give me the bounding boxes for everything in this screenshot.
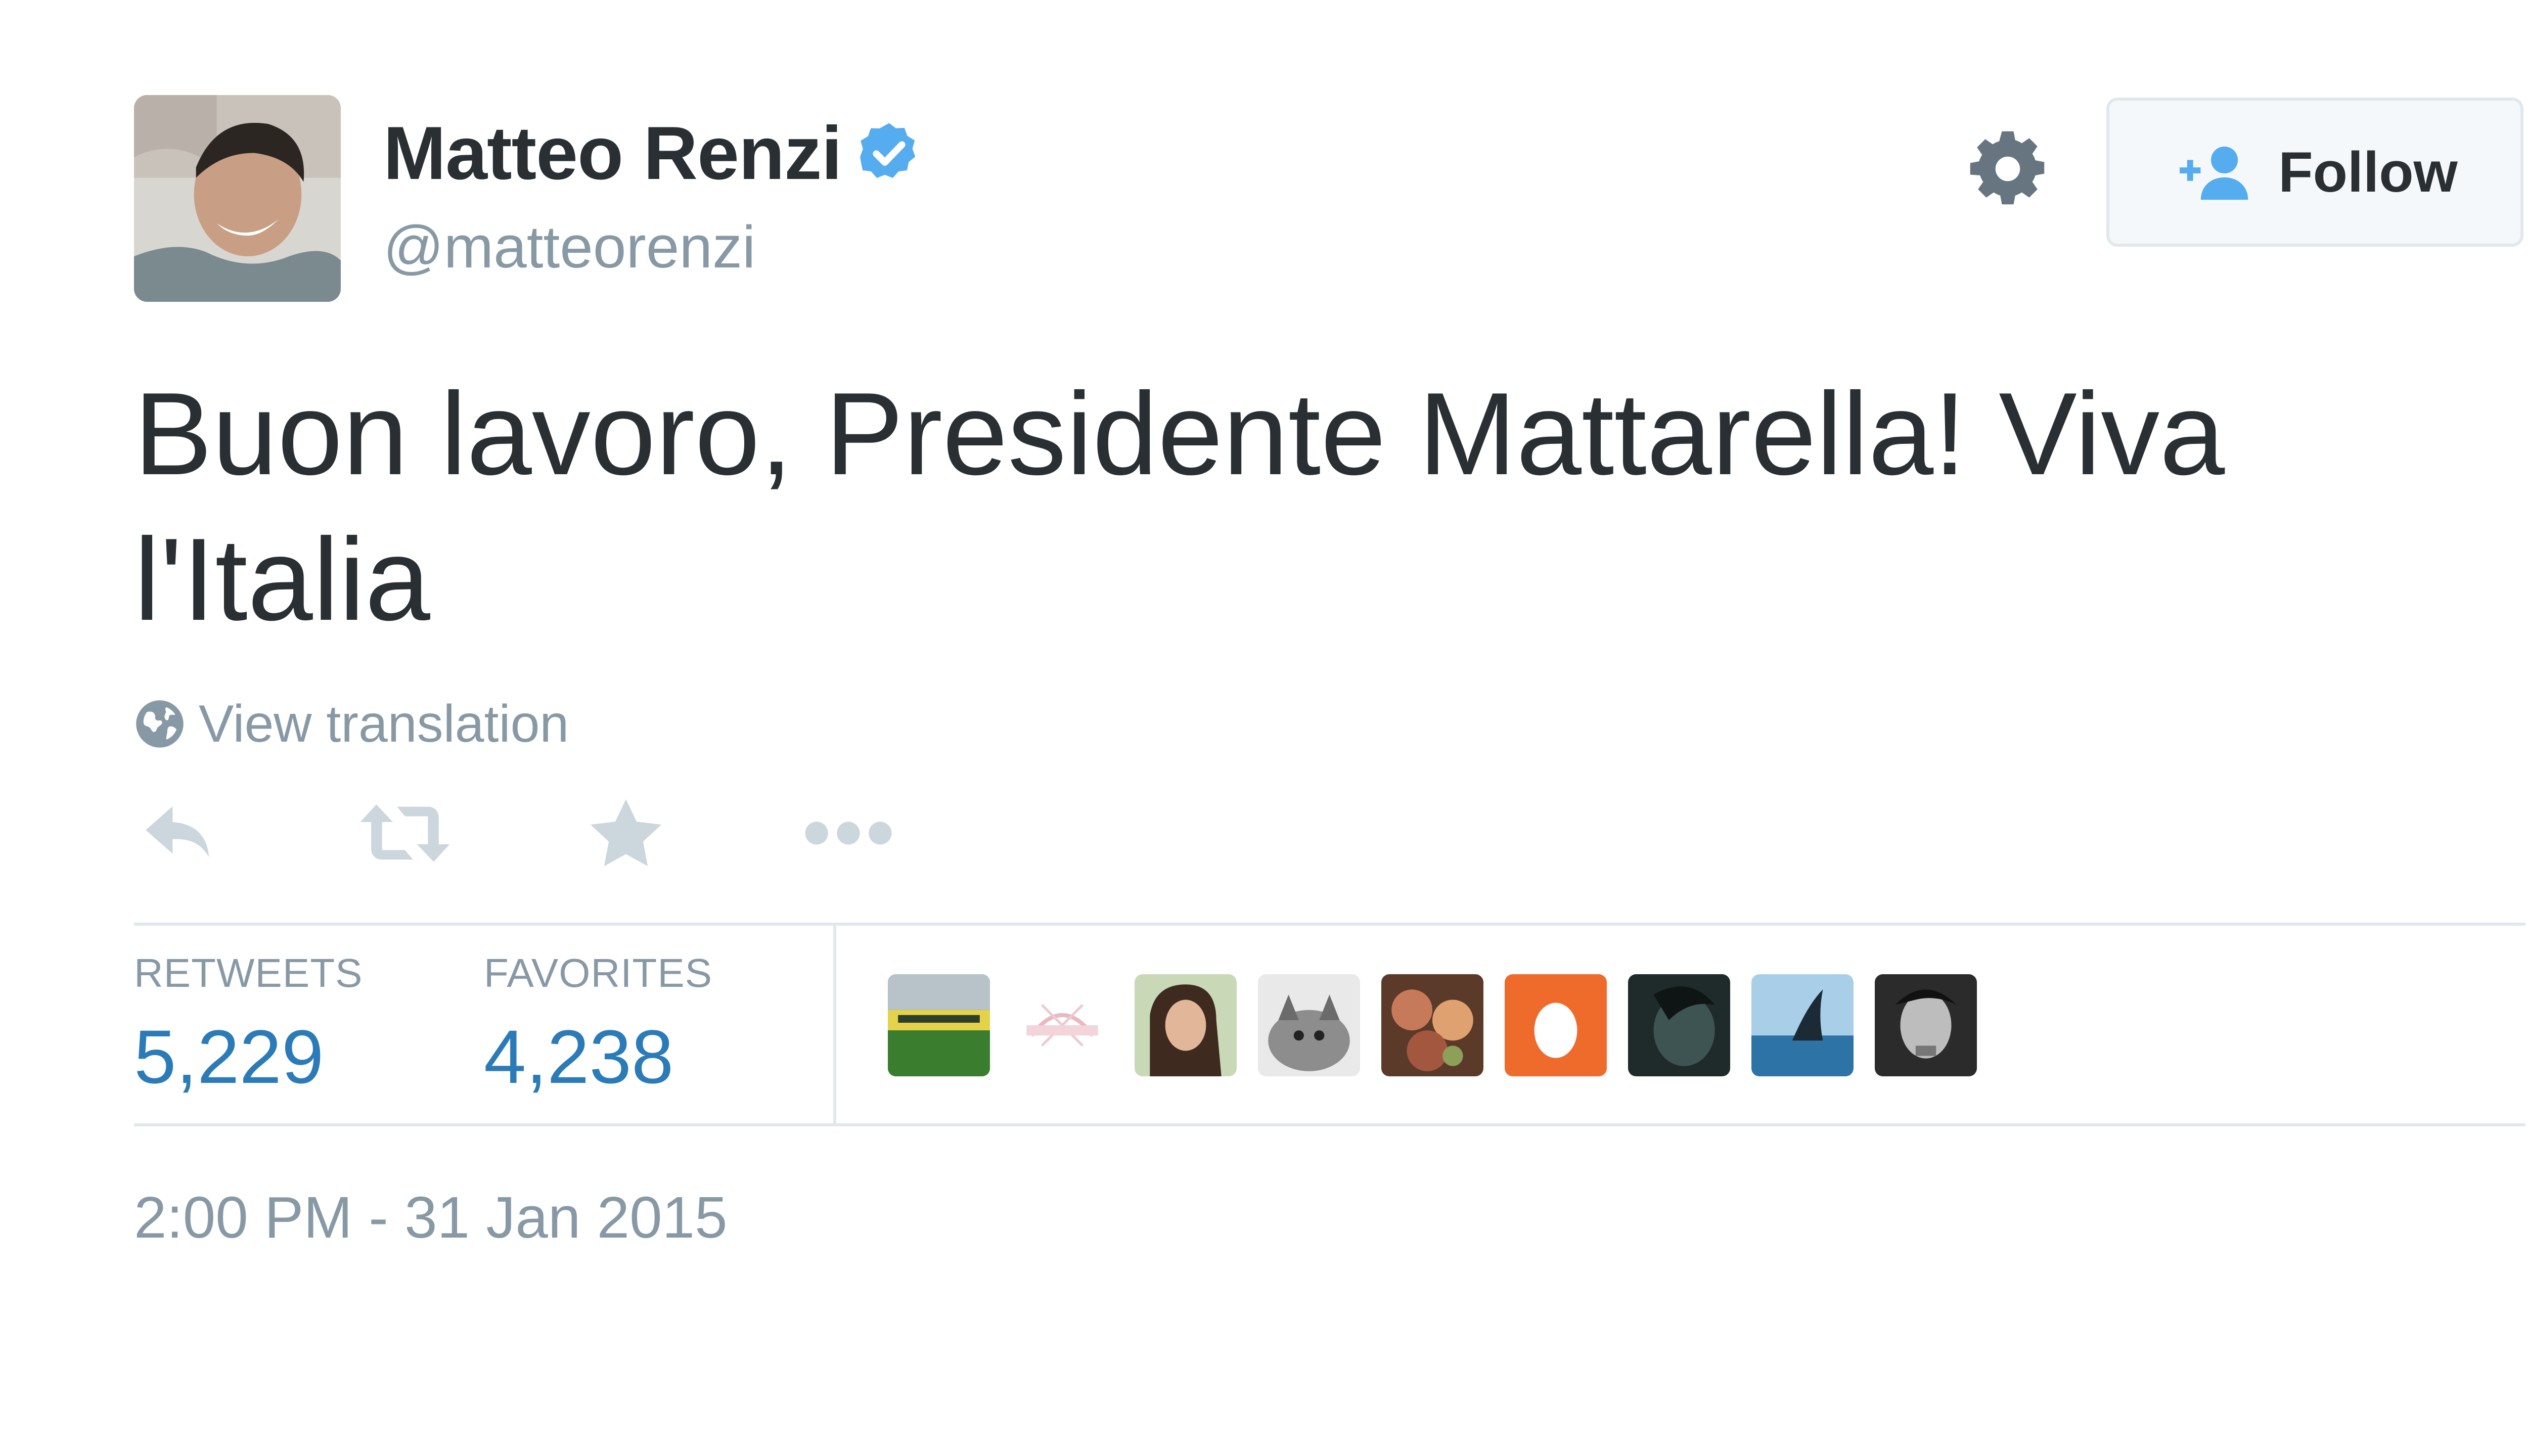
dark-portrait-avatar[interactable]: [1628, 974, 1730, 1076]
author-avatar[interactable]: [134, 95, 341, 302]
retweets-stat[interactable]: RETWEETS 5,229: [134, 953, 363, 1095]
translation-label: View translation: [199, 695, 569, 753]
author-name[interactable]: Matteo Renzi: [383, 115, 842, 191]
follow-label: Follow: [2278, 140, 2458, 204]
add-user-icon: [2172, 143, 2252, 202]
stats-top-divider: [134, 923, 2525, 926]
favorited-by-avatars: [888, 974, 1977, 1076]
follow-button[interactable]: Follow: [2106, 98, 2523, 247]
tweet-card: Matteo Renzi @matteorenzi Follow Buon la…: [0, 0, 2528, 1456]
favorites-stat[interactable]: FAVORITES 4,238: [484, 953, 712, 1095]
view-translation-link[interactable]: View translation: [134, 698, 569, 750]
tweet-text: Buon lavoro, Presidente Mattarella! Viva…: [134, 369, 2225, 645]
man-portrait-avatar[interactable]: [1875, 974, 1977, 1076]
logo-avatar[interactable]: [1011, 974, 1113, 1076]
gear-icon[interactable]: [1967, 128, 2049, 210]
favorite-icon[interactable]: [591, 799, 661, 868]
default-egg-avatar[interactable]: [1505, 974, 1607, 1076]
retweets-count: 5,229: [134, 1014, 324, 1099]
more-icon[interactable]: [804, 801, 893, 865]
stats-vertical-divider: [833, 926, 836, 1123]
tweet-timestamp[interactable]: 2:00 PM - 31 Jan 2015: [134, 1188, 728, 1247]
globe-icon: [134, 698, 186, 750]
reply-icon[interactable]: [143, 801, 218, 865]
favorites-label: FAVORITES: [484, 950, 713, 995]
verified-badge-icon: [855, 119, 923, 187]
author-name-row[interactable]: Matteo Renzi: [383, 115, 923, 191]
retweets-label: RETWEETS: [134, 950, 363, 995]
stats-bottom-divider: [134, 1123, 2525, 1126]
favorites-count: 4,238: [484, 1014, 674, 1099]
retweet-icon[interactable]: [360, 801, 450, 865]
shark-fin-avatar[interactable]: [1751, 974, 1854, 1076]
woman-portrait-avatar[interactable]: [1135, 974, 1237, 1076]
flowers-avatar[interactable]: [1381, 974, 1483, 1076]
team-photo-avatar[interactable]: [888, 974, 990, 1076]
author-handle[interactable]: @matteorenzi: [383, 217, 755, 277]
cat-avatar[interactable]: [1258, 974, 1360, 1076]
